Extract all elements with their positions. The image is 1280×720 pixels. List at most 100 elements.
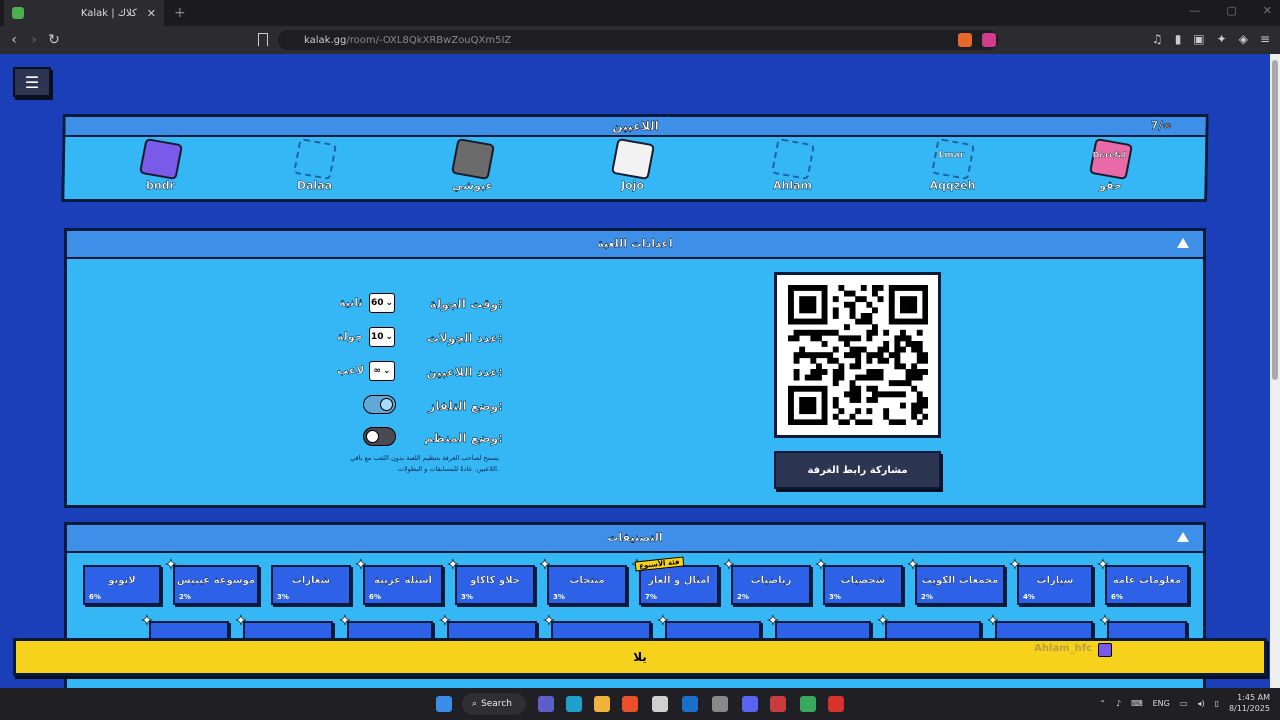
- category-name: شعارات: [291, 575, 331, 586]
- discord-icon[interactable]: [742, 696, 758, 712]
- settings-title[interactable]: اعدادات اللعبة: [67, 231, 1203, 259]
- category-percent: 6%: [369, 593, 381, 601]
- clock[interactable]: 1:45 AM 8/11/2025: [1229, 692, 1270, 714]
- players-count: 7/∞: [1150, 119, 1172, 133]
- keyboard-icon[interactable]: ⌨: [1131, 699, 1143, 708]
- tab-close-icon[interactable]: ✕: [147, 7, 156, 20]
- category-card[interactable]: ✦أمثال و ألغاز7%فئة الأسبوع: [631, 556, 719, 605]
- reload-icon[interactable]: ↻: [44, 32, 64, 48]
- category-percent: 2%: [921, 593, 933, 601]
- category-name: موسوعة غينيس: [176, 575, 256, 586]
- brave-shield-icon[interactable]: [958, 33, 972, 47]
- game-settings-panel: اعدادات اللعبة وقت الجولة: 60 ⌄ ثانية عدد…: [64, 228, 1206, 508]
- share-room-link-button[interactable]: مشاركة رابط الغرفة: [774, 451, 941, 489]
- start-game-button[interactable]: يلا Ahlam_hfc: [13, 638, 1267, 676]
- room-qr-code: [774, 272, 941, 438]
- back-icon[interactable]: ‹: [4, 32, 24, 48]
- round-time-label: وقت الجولة:: [429, 297, 503, 312]
- round-time-select[interactable]: 60 ⌄: [369, 293, 395, 313]
- store-icon[interactable]: [652, 696, 668, 712]
- address-bar[interactable]: kalak.gg/room/-OXL8QkXRBwZouQXm5IZ: [278, 30, 998, 50]
- volume-icon[interactable]: ◂): [1197, 699, 1204, 708]
- toggle-knob: [366, 430, 379, 443]
- wallet-icon[interactable]: ▣: [1193, 32, 1204, 46]
- tv-mode-toggle[interactable]: [363, 395, 396, 414]
- leo-icon[interactable]: ✦: [1217, 32, 1227, 46]
- sparkle-icon: ✦: [767, 613, 779, 630]
- category-card[interactable]: ✦ معلومات عامة 6%: [1097, 557, 1189, 605]
- tab-title: Kalak | كلاك: [80, 7, 137, 19]
- kalak-app-icon[interactable]: [800, 696, 816, 712]
- network-icon[interactable]: ▭: [1180, 699, 1188, 708]
- category-card[interactable]: ✦ أسئلة غريبة 6%: [355, 557, 443, 605]
- player-card[interactable]: Lmar Aqqzeh: [912, 137, 993, 192]
- host-mode-toggle[interactable]: [363, 427, 396, 446]
- maximize-icon[interactable]: ▢: [1226, 4, 1236, 17]
- scrollbar-thumb[interactable]: [1272, 60, 1278, 380]
- brave-icon[interactable]: [622, 696, 638, 712]
- categories-title[interactable]: التصنيفات: [67, 525, 1203, 553]
- windows-start-icon[interactable]: [436, 696, 452, 712]
- category-card[interactable]: ✦ حلاو كاكاو 3%: [447, 557, 535, 605]
- host-username: Ahlam_hfc: [1034, 643, 1092, 654]
- taskbar-search[interactable]: ⌕ Search: [462, 693, 526, 715]
- player-card[interactable]: bndr: [120, 137, 201, 192]
- outlook-icon[interactable]: [682, 696, 698, 712]
- clock-time: 1:45 AM: [1237, 693, 1270, 702]
- round-time-value: 60: [370, 298, 384, 308]
- vpn-icon[interactable]: ◈: [1239, 32, 1248, 46]
- brave-rewards-icon[interactable]: [982, 33, 996, 47]
- player-card[interactable]: Ahlam: [752, 137, 833, 192]
- players-count-select[interactable]: ∞ ⌄: [369, 361, 395, 381]
- app-icon[interactable]: [770, 696, 786, 712]
- player-card[interactable]: Dr.refal حقو: [1070, 137, 1151, 192]
- category-percent: 3%: [277, 593, 289, 601]
- close-window-icon[interactable]: ✕: [1263, 4, 1272, 17]
- rounds-unit: جولة: [337, 330, 363, 343]
- teams-icon[interactable]: [538, 696, 554, 712]
- battery-icon[interactable]: ▯: [1215, 699, 1219, 708]
- player-avatar: [138, 137, 184, 181]
- player-card[interactable]: عبوشي: [432, 137, 513, 192]
- bookmark-icon[interactable]: [258, 33, 268, 46]
- category-card[interactable]: ✦ مجمعات الكويت 2%: [907, 557, 1005, 605]
- minimize-icon[interactable]: —: [1189, 4, 1200, 17]
- collapse-icon[interactable]: [1177, 238, 1189, 248]
- category-name: شخصيات: [840, 575, 886, 586]
- chevron-up-icon[interactable]: ⌃: [1099, 699, 1106, 708]
- collapse-icon[interactable]: [1177, 532, 1189, 542]
- new-tab-button[interactable]: +: [174, 5, 186, 21]
- category-card[interactable]: لابوبو 6%: [83, 565, 161, 605]
- player-card[interactable]: Dalaa: [274, 137, 355, 192]
- hamburger-menu-button[interactable]: ☰: [13, 67, 51, 97]
- page-scrollbar[interactable]: [1270, 54, 1280, 688]
- browser-tab[interactable]: Kalak | كلاك ✕: [4, 0, 164, 26]
- category-card[interactable]: ✦ موسوعة غينيس 2%: [165, 557, 259, 605]
- player-card[interactable]: Jojo: [592, 137, 673, 192]
- category-card[interactable]: ✦ شخصيات 3%: [815, 557, 903, 605]
- category-card[interactable]: ✦ سيارات 4%: [1009, 557, 1093, 605]
- sidebar-icon[interactable]: ▮: [1175, 32, 1182, 46]
- category-card[interactable]: شعارات 3%: [271, 565, 351, 605]
- edge-icon[interactable]: [566, 696, 582, 712]
- players-count-value: ∞: [373, 366, 381, 376]
- app-icon[interactable]: [712, 696, 728, 712]
- rounds-select[interactable]: 10 ⌄: [369, 327, 395, 347]
- player-avatar-empty: [292, 137, 338, 181]
- microphone-icon[interactable]: ♪: [1116, 699, 1121, 708]
- menu-icon[interactable]: ≡: [1260, 32, 1270, 46]
- file-explorer-icon[interactable]: [594, 696, 610, 712]
- sparkle-icon: ✦: [877, 613, 889, 630]
- forward-icon[interactable]: ›: [24, 32, 44, 48]
- browser-tab-bar: Kalak | كلاك ✕ + — ▢ ✕: [0, 0, 1280, 26]
- game-app-icon[interactable]: [828, 696, 844, 712]
- sparkle-icon: ✦: [235, 613, 247, 630]
- media-icon[interactable]: ♫: [1152, 32, 1163, 46]
- category-card[interactable]: ✦ رياضيات 2%: [723, 557, 811, 605]
- player-name: حقو: [1099, 179, 1123, 192]
- category-percent: 4%: [1023, 593, 1035, 601]
- category-card[interactable]: ✦ منتجات 3%: [539, 557, 627, 605]
- language-indicator[interactable]: ENG: [1153, 699, 1170, 708]
- category-name: أمثال و ألغاز: [648, 575, 710, 586]
- sparkle-icon: ✦: [539, 557, 551, 574]
